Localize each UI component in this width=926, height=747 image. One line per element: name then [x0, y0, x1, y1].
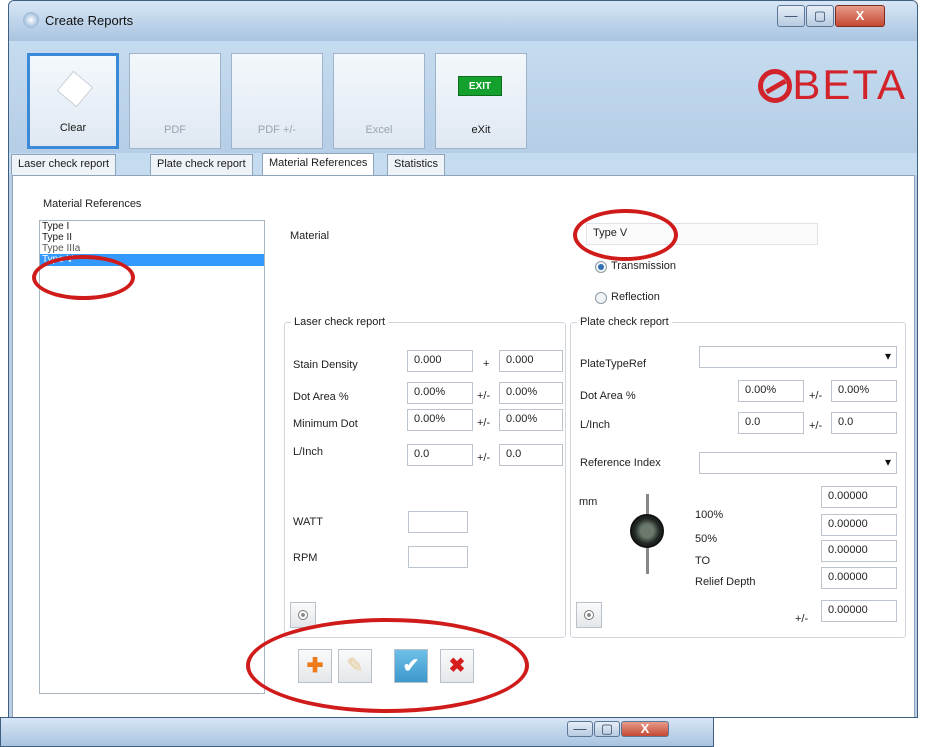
tab-plate-check-report[interactable]: Plate check report	[150, 154, 253, 175]
toolbar: Clear PDF PDF +/- Excel EXIT eXit BETA	[9, 41, 917, 153]
rpm-label: RPM	[293, 552, 318, 564]
clear-label: Clear	[59, 122, 87, 134]
plate-tolerance-sep: +/-	[795, 613, 809, 625]
title-bar: Create Reports — ▢ X	[9, 1, 917, 41]
excel-label: Excel	[365, 124, 393, 136]
pdf-plus-minus-button[interactable]: PDF +/-	[231, 53, 323, 149]
plate-linch-label: L/Inch	[580, 419, 610, 431]
reference-index-label: Reference Index	[580, 457, 661, 469]
laser-check-title: Laser check report	[291, 316, 389, 328]
excel-button[interactable]: Excel	[333, 53, 425, 149]
minimum-dot-sep: +/-	[477, 417, 491, 429]
relief-depth-value[interactable]: 0.00000	[821, 567, 897, 589]
plate-dot-area-sep: +/-	[809, 390, 823, 402]
relief-depth-label: Relief Depth	[695, 576, 756, 588]
beta-logo: BETA	[758, 61, 907, 109]
p100-label: 100%	[695, 509, 724, 521]
dot-area-sep: +/-	[477, 390, 491, 402]
stain-density-sep: +	[483, 358, 490, 370]
app-icon	[23, 12, 39, 28]
exit-button[interactable]: EXIT eXit	[435, 53, 527, 149]
pdf-plus-minus-label: PDF +/-	[257, 124, 297, 136]
reflection-label: Reflection	[611, 291, 660, 303]
clear-button[interactable]: Clear	[27, 53, 119, 149]
to-value[interactable]: 0.00000	[821, 540, 897, 562]
plate-tolerance-value[interactable]: 0.00000	[821, 600, 897, 622]
tab-statistics[interactable]: Statistics	[387, 154, 446, 175]
stain-density-value[interactable]: 0.000	[407, 350, 473, 372]
plate-linch-tolerance[interactable]: 0.0	[831, 412, 897, 434]
p50-label: 50%	[695, 533, 718, 545]
minimum-dot-label: Minimum Dot	[293, 418, 358, 430]
dial-gauge-icon	[629, 494, 665, 574]
plate-linch-value[interactable]: 0.0	[738, 412, 804, 434]
minimum-dot-tolerance[interactable]: 0.00%	[499, 409, 563, 431]
plate-dot-area-value[interactable]: 0.00%	[738, 380, 804, 402]
watt-input[interactable]	[408, 511, 468, 533]
main-window: Create Reports — ▢ X Clear PDF PDF +/- E…	[8, 0, 918, 718]
transmission-label: Transmission	[611, 260, 676, 272]
list-item[interactable]: Type IIIa	[40, 243, 264, 254]
tab-bar: Laser check report Plate check report Ma…	[9, 153, 917, 176]
stain-density-tolerance[interactable]: 0.000	[499, 350, 563, 372]
dot-area-value[interactable]: 0.00%	[407, 382, 473, 404]
maximize-button[interactable]: ▢	[806, 5, 834, 27]
linch-label: L/Inch	[293, 446, 323, 458]
annotation-oval-list	[32, 255, 135, 300]
annotation-oval-material	[573, 209, 678, 261]
material-label: Material	[290, 230, 330, 242]
tab-laser-check-report[interactable]: Laser check report	[11, 154, 117, 175]
second-window-titlebar: — ▢ X	[0, 717, 714, 747]
watt-label: WATT	[293, 516, 323, 528]
p100-value[interactable]: 0.00000	[821, 486, 897, 508]
linch-tolerance[interactable]: 0.0	[499, 444, 563, 466]
mm-label: mm	[579, 496, 598, 508]
annotation-oval-actions	[246, 618, 529, 713]
rpm-input[interactable]	[408, 546, 468, 568]
plate-check-title: Plate check report	[577, 316, 672, 328]
linch-sep: +/-	[477, 452, 491, 464]
second-close-button[interactable]: X	[621, 721, 669, 737]
linch-value[interactable]: 0.0	[407, 444, 473, 466]
laser-settings-button[interactable]	[290, 602, 316, 628]
window-title: Create Reports	[45, 13, 134, 28]
beta-logo-mark	[758, 69, 793, 103]
reference-index-select[interactable]	[699, 452, 897, 474]
dot-area-label: Dot Area %	[293, 391, 349, 403]
pdf-button[interactable]: PDF	[129, 53, 221, 149]
material-references-heading: Material References	[43, 198, 142, 210]
list-item[interactable]: Type II	[40, 232, 264, 243]
p50-value[interactable]: 0.00000	[821, 514, 897, 536]
second-maximize-button[interactable]: ▢	[594, 721, 620, 737]
eraser-icon	[56, 70, 94, 108]
minimum-dot-value[interactable]: 0.00%	[407, 409, 473, 431]
plate-type-ref-label: PlateTypeRef	[580, 358, 647, 370]
transmission-radio[interactable]	[595, 261, 607, 273]
to-label: TO	[695, 555, 711, 567]
pdf-label: PDF	[164, 124, 186, 136]
dot-area-tolerance[interactable]: 0.00%	[499, 382, 563, 404]
plate-dot-area-tolerance[interactable]: 0.00%	[831, 380, 897, 402]
radio-dot-icon	[298, 610, 308, 620]
exit-label: eXit	[471, 124, 491, 136]
plate-linch-sep: +/-	[809, 420, 823, 432]
exit-sign-icon: EXIT	[458, 76, 502, 96]
beta-logo-text: BETA	[792, 61, 907, 108]
tab-material-references[interactable]: Material References	[262, 153, 375, 176]
list-item[interactable]: Type I	[40, 221, 264, 232]
close-button[interactable]: X	[835, 5, 885, 27]
stain-density-label: Stain Density	[293, 359, 358, 371]
plate-settings-button[interactable]	[576, 602, 602, 628]
radio-dot-icon	[584, 610, 594, 620]
minimize-button[interactable]: —	[777, 5, 805, 27]
plate-dot-area-label: Dot Area %	[580, 390, 636, 402]
reflection-radio[interactable]	[595, 292, 607, 304]
plate-type-ref-select[interactable]	[699, 346, 897, 368]
second-minimize-button[interactable]: —	[567, 721, 593, 737]
